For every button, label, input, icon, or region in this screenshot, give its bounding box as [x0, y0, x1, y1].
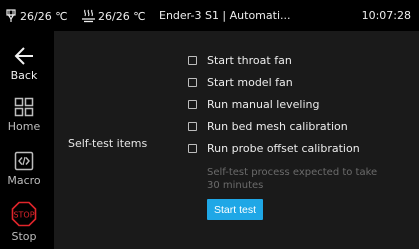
clock: 10:07:28 — [361, 9, 411, 22]
bed-temp-text: 26/26 ℃ — [98, 9, 146, 23]
checkbox[interactable] — [188, 122, 197, 131]
svg-text:STOP: STOP — [13, 211, 34, 220]
section-label: Self-test items — [68, 137, 148, 150]
check-label: Run bed mesh calibration — [207, 120, 348, 133]
bed-temperature: 26/26 ℃ — [81, 9, 146, 23]
code-icon — [14, 151, 34, 171]
sidebar-item-macro[interactable]: Macro — [0, 151, 48, 187]
sidebar-item-home[interactable]: Home — [0, 97, 48, 133]
check-label: Run manual leveling — [207, 98, 320, 111]
duration-note: Self-test process expected to take 30 mi… — [207, 167, 378, 191]
arrow-left-icon — [13, 46, 35, 66]
sidebar: Back Home Macro STOP Stop — [0, 31, 48, 249]
checkbox[interactable] — [188, 144, 197, 153]
sidebar-item-label: Macro — [7, 174, 41, 187]
nozzle-icon — [4, 9, 18, 23]
nozzle-temp-text: 26/26 ℃ — [20, 9, 68, 23]
check-label: Start model fan — [207, 76, 293, 89]
sidebar-item-back[interactable]: Back — [0, 46, 48, 82]
nozzle-temperature: 26/26 ℃ — [4, 9, 68, 23]
checkbox[interactable] — [188, 100, 197, 109]
check-label: Start throat fan — [207, 54, 292, 67]
check-label: Run probe offset calibration — [207, 142, 360, 155]
main-panel: Self-test items Start throat fan Start m… — [54, 31, 419, 249]
check-run-bed-mesh-calibration[interactable]: Run bed mesh calibration — [188, 120, 348, 133]
check-start-model-fan[interactable]: Start model fan — [188, 76, 293, 89]
checkbox[interactable] — [188, 56, 197, 65]
check-run-manual-leveling[interactable]: Run manual leveling — [188, 98, 319, 111]
sidebar-item-label: Stop — [11, 230, 37, 243]
grid-icon — [14, 97, 34, 117]
check-start-throat-fan[interactable]: Start throat fan — [188, 54, 292, 67]
bed-heat-icon — [81, 9, 96, 23]
sidebar-item-label: Home — [7, 120, 41, 133]
checkbox[interactable] — [188, 78, 197, 87]
sidebar-item-stop[interactable]: STOP Stop — [0, 201, 48, 243]
status-bar: 26/26 ℃ 26/26 ℃ Ender-3 S1 | Automati...… — [0, 0, 419, 31]
sidebar-item-label: Back — [10, 69, 38, 82]
check-run-probe-offset-calibration[interactable]: Run probe offset calibration — [188, 142, 360, 155]
stop-icon: STOP — [11, 201, 37, 227]
start-test-button[interactable]: Start test — [207, 199, 263, 220]
printer-title: Ender-3 S1 | Automati... — [159, 9, 291, 22]
